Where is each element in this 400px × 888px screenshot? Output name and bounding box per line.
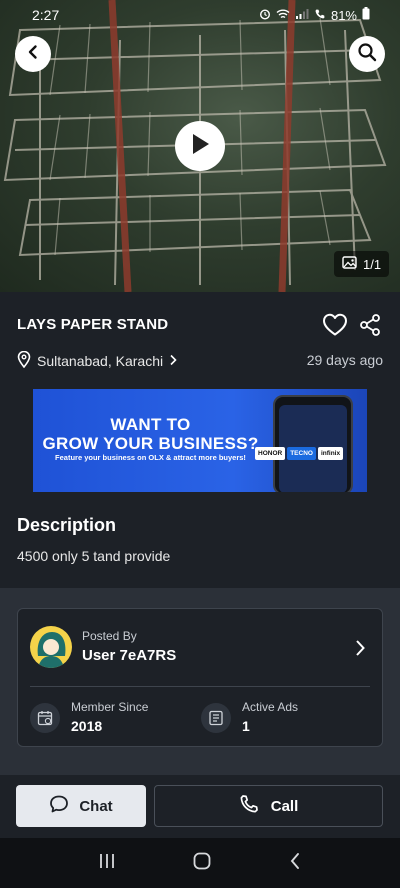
chat-bubble-icon bbox=[49, 794, 69, 818]
seller-card[interactable]: Posted By User 7eA7RS Member Since 2018 … bbox=[17, 608, 383, 747]
arrow-left-icon bbox=[25, 44, 41, 65]
chevron-right-icon bbox=[169, 353, 177, 369]
signal-icon bbox=[295, 8, 309, 23]
call-status-icon bbox=[314, 8, 326, 23]
back-button[interactable] bbox=[15, 36, 51, 72]
location-pin-icon bbox=[17, 350, 31, 371]
wifi-icon bbox=[276, 8, 290, 23]
calendar-icon bbox=[30, 703, 60, 733]
image-counter-text: 1/1 bbox=[363, 256, 382, 272]
member-since-value: 2018 bbox=[71, 718, 103, 734]
banner-headline-line2: GROW YOUR BUSINESS? bbox=[42, 434, 259, 453]
listing-title: LAYS PAPER STAND bbox=[17, 316, 169, 333]
ads-icon bbox=[201, 703, 231, 733]
listing-details: LAYS PAPER STAND Sultanabad, Karachi 29 … bbox=[0, 292, 400, 588]
listing-photo[interactable]: 1/1 bbox=[0, 0, 400, 292]
home-icon[interactable] bbox=[192, 851, 212, 876]
alarm-icon bbox=[259, 8, 271, 23]
posted-by-label: Posted By bbox=[82, 629, 137, 643]
brand-tecno: TECNO bbox=[287, 447, 316, 460]
active-ads-value: 1 bbox=[242, 718, 250, 734]
seller-name: User 7eA7RS bbox=[82, 647, 177, 664]
call-label: Call bbox=[270, 797, 299, 815]
recent-apps-icon[interactable] bbox=[98, 852, 116, 875]
member-since-label: Member Since bbox=[71, 700, 149, 714]
back-nav-icon[interactable] bbox=[288, 852, 302, 875]
play-video-button[interactable] bbox=[175, 121, 225, 171]
gallery-icon bbox=[342, 256, 357, 272]
chat-button[interactable]: Chat bbox=[16, 785, 146, 827]
chevron-right-icon bbox=[354, 639, 366, 662]
status-icons: 81% bbox=[259, 7, 370, 23]
banner-brands: HONOR TECNO infinix bbox=[255, 447, 344, 460]
share-icon[interactable] bbox=[358, 313, 382, 342]
phone-illustration bbox=[273, 395, 353, 492]
description-text: 4500 only 5 tand provide bbox=[17, 548, 171, 564]
avatar bbox=[30, 626, 72, 668]
brand-honor: HONOR bbox=[255, 447, 286, 460]
phone-icon bbox=[239, 794, 259, 818]
search-button[interactable] bbox=[349, 36, 385, 72]
call-button[interactable]: Call bbox=[154, 785, 383, 827]
description-heading: Description bbox=[17, 515, 117, 535]
active-ads-label: Active Ads bbox=[242, 700, 299, 714]
brand-infinix: infinix bbox=[317, 447, 344, 460]
posted-time: 29 days ago bbox=[306, 352, 383, 368]
location-text: Sultanabad, Karachi bbox=[37, 353, 164, 369]
divider bbox=[30, 686, 370, 687]
favorite-heart-icon[interactable] bbox=[322, 313, 348, 342]
battery-percent: 81% bbox=[330, 7, 357, 23]
status-bar: 2:27 81% bbox=[0, 0, 400, 30]
banner-headline: WANT TO GROW YOUR BUSINESS? bbox=[33, 415, 268, 453]
status-time: 2:27 bbox=[32, 7, 60, 23]
action-bar: Chat Call bbox=[0, 775, 400, 838]
battery-icon bbox=[362, 7, 370, 23]
chat-label: Chat bbox=[79, 797, 113, 815]
image-counter: 1/1 bbox=[334, 251, 390, 277]
promo-banner[interactable]: WANT TO GROW YOUR BUSINESS? Feature your… bbox=[33, 389, 367, 492]
search-icon bbox=[357, 42, 377, 67]
banner-subline: Feature your business on OLX & attract m… bbox=[55, 453, 246, 462]
play-icon bbox=[190, 133, 210, 160]
banner-headline-line1: WANT TO bbox=[110, 415, 191, 434]
system-nav-bar bbox=[0, 838, 400, 888]
location-link[interactable]: Sultanabad, Karachi bbox=[17, 350, 177, 371]
